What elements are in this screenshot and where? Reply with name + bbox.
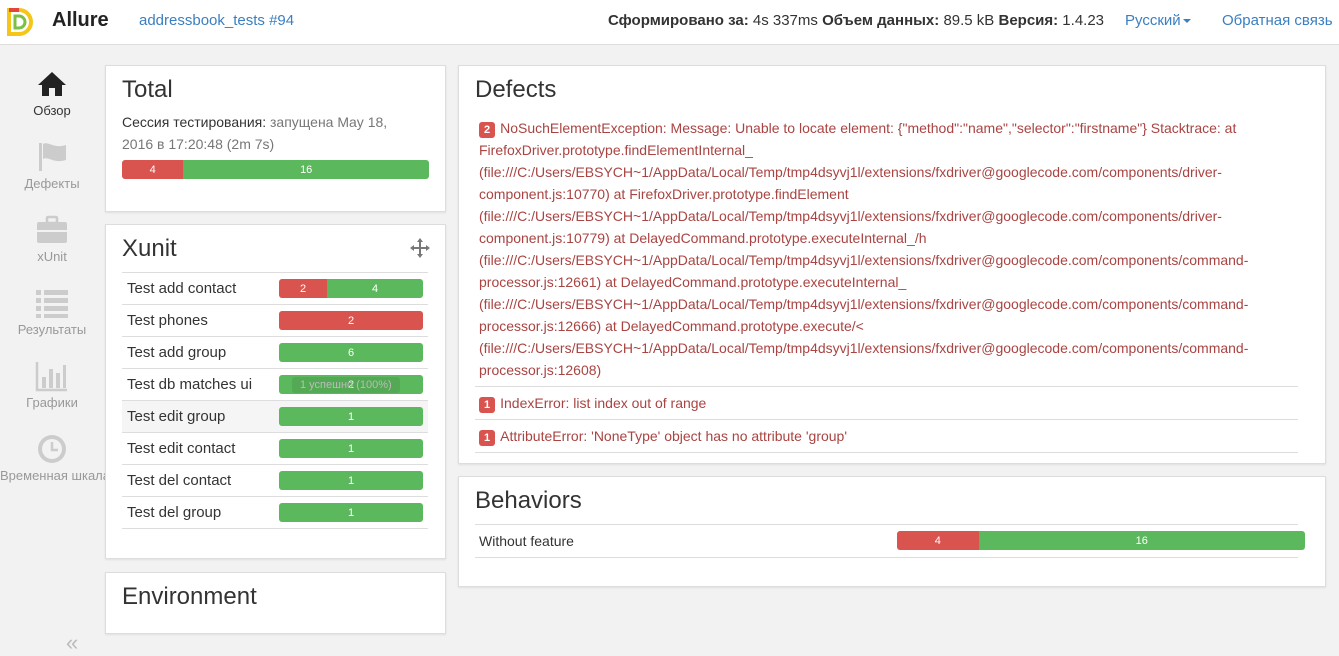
defect-text: 1 IndexError: list index out of range — [479, 392, 706, 414]
session-label: Сессия тестирования: — [122, 114, 267, 130]
sidebar-item-xunit[interactable]: xUnit — [0, 213, 104, 264]
test-name: Test add group — [127, 344, 227, 361]
top-navbar: Allure addressbook_tests #94 Сформирован… — [0, 0, 1339, 45]
test-name: Test db matches ui — [127, 376, 253, 393]
defect-count-badge: 2 — [479, 122, 496, 138]
language-dropdown[interactable]: Русский — [1125, 12, 1191, 29]
defect-message: IndexError: list index out of range — [500, 395, 707, 411]
sidebar-item-graphs[interactable]: Графики — [0, 359, 104, 410]
test-stat-bar[interactable]: 1 — [279, 439, 423, 458]
test-stat-bar[interactable]: 6 — [279, 343, 423, 362]
sidebar-item-label: Временная шкала — [0, 468, 110, 483]
behaviors-panel: Behaviors Without feature 4 16 — [458, 476, 1326, 587]
generated-label: Сформировано за: — [608, 12, 749, 29]
environment-panel: Environment — [105, 572, 446, 634]
brand-name[interactable]: Allure — [52, 9, 109, 32]
clock-icon — [38, 435, 66, 463]
failed-segment: 2 — [279, 279, 327, 298]
test-name: Test edit contact — [127, 440, 236, 457]
language-label: Русский — [1125, 12, 1181, 29]
test-stat-bar[interactable]: 1 — [279, 407, 423, 426]
allure-logo-icon[interactable] — [6, 7, 36, 37]
list-icon — [36, 290, 68, 318]
tooltip: 1 успешно (100%) — [292, 377, 400, 393]
panel-title: Xunit — [122, 235, 177, 262]
home-icon — [38, 72, 66, 96]
passed-segment: 1 — [279, 471, 423, 490]
flag-icon — [39, 143, 66, 171]
total-panel: Total Сессия тестирования: запущена May … — [105, 65, 446, 212]
passed-segment: 1 — [279, 439, 423, 458]
defect-row[interactable]: 1 IndexError: list index out of range — [475, 386, 1298, 419]
passed-segment: 4 — [327, 279, 423, 298]
test-stat-bar[interactable]: 24 — [279, 279, 423, 298]
panel-title: Behaviors — [475, 487, 582, 514]
test-name: Test del group — [127, 504, 222, 521]
test-name: Test add contact — [127, 280, 237, 297]
failed-segment: 4 — [897, 531, 979, 550]
generated-value: 4s 337ms — [748, 12, 823, 29]
xunit-row[interactable]: Test del contact 1 — [122, 464, 428, 496]
passed-segment: 1 — [279, 407, 423, 426]
total-stat-bar[interactable]: 4 16 — [122, 160, 429, 179]
passed-segment: 16 — [183, 160, 429, 179]
sidebar: Обзор Дефекты xUnit Результаты Графики В… — [0, 45, 110, 655]
session-info: Сессия тестирования: запущена May 18, 20… — [122, 111, 422, 155]
xunit-row[interactable]: Test add group 6 — [122, 336, 428, 368]
behavior-stat-bar[interactable]: 4 16 — [897, 531, 1305, 550]
sidebar-item-timeline[interactable]: Временная шкала — [0, 432, 110, 483]
xunit-panel: Xunit Test add contact 2 4 Test phones 2 Test… — [105, 224, 446, 559]
test-stat-bar[interactable]: 1 — [279, 503, 423, 522]
behavior-row[interactable]: Without feature 4 16 — [475, 524, 1305, 558]
sidebar-item-label: Дефекты — [24, 176, 80, 191]
version-value: 1.4.23 — [1058, 12, 1105, 29]
defect-text: 2 NoSuchElementException: Message: Unable… — [479, 117, 1305, 381]
sidebar-item-label: Обзор — [33, 103, 71, 118]
defects-panel: Defects 2 NoSuchElementException: Message… — [458, 65, 1326, 464]
panel-title: Defects — [475, 76, 557, 103]
test-stat-bar[interactable]: 1 — [279, 471, 423, 490]
passed-segment: 6 — [279, 343, 423, 362]
defect-row[interactable]: 1 AttributeError: 'NoneType' object has n… — [475, 419, 1298, 453]
briefcase-icon — [37, 215, 67, 243]
xunit-row[interactable]: Test del group 1 — [122, 496, 428, 529]
sidebar-item-defects[interactable]: Дефекты — [0, 140, 104, 191]
version-label: Версия: — [998, 12, 1059, 29]
sidebar-item-label: xUnit — [37, 249, 67, 264]
passed-segment: 1 — [279, 503, 423, 522]
panel-title: Total — [122, 76, 173, 103]
defect-message: AttributeError: 'NoneType' object has no… — [500, 428, 848, 444]
breadcrumb[interactable]: addressbook_tests #94 — [139, 12, 294, 29]
failed-segment: 2 — [279, 311, 423, 330]
defect-count-badge: 1 — [479, 397, 496, 413]
defect-text: 1 AttributeError: 'NoneType' object has n… — [479, 425, 847, 447]
sidebar-item-label: Графики — [26, 395, 78, 410]
sidebar-item-results[interactable]: Результаты — [0, 286, 104, 337]
size-value: 89.5 kB — [939, 12, 999, 29]
xunit-row[interactable]: Test phones 2 — [122, 304, 428, 336]
test-name: Test edit group — [127, 408, 226, 425]
sidebar-item-overview[interactable]: Обзор — [0, 67, 104, 118]
move-icon[interactable] — [409, 237, 431, 259]
failed-segment: 4 — [122, 160, 184, 179]
xunit-row[interactable]: Test edit contact 1 — [122, 432, 428, 464]
collapse-sidebar-icon[interactable]: « — [66, 630, 78, 656]
size-label: Объем данных: — [822, 12, 940, 29]
sidebar-item-label: Результаты — [17, 322, 87, 337]
bar-chart-icon — [35, 362, 67, 392]
caret-down-icon — [1182, 19, 1191, 24]
panel-title: Environment — [122, 583, 257, 610]
defect-message: NoSuchElementException: Message: Unable … — [479, 120, 1249, 378]
passed-segment: 16 — [978, 531, 1305, 550]
behavior-name: Without feature — [479, 533, 574, 549]
feedback-link[interactable]: Обратная связь — [1222, 12, 1333, 29]
report-meta: Сформировано за: 4s 337ms Объем данных: … — [608, 12, 1104, 29]
test-name: Test del contact — [127, 472, 232, 489]
xunit-row[interactable]: Test add contact 2 4 — [122, 272, 428, 304]
defect-count-badge: 1 — [479, 430, 496, 446]
xunit-row[interactable]: Test edit group 1 — [122, 400, 428, 432]
test-name: Test phones — [127, 312, 208, 329]
test-stat-bar[interactable]: 2 — [279, 311, 423, 330]
defect-row[interactable]: 2 NoSuchElementException: Message: Unable… — [475, 111, 1298, 385]
